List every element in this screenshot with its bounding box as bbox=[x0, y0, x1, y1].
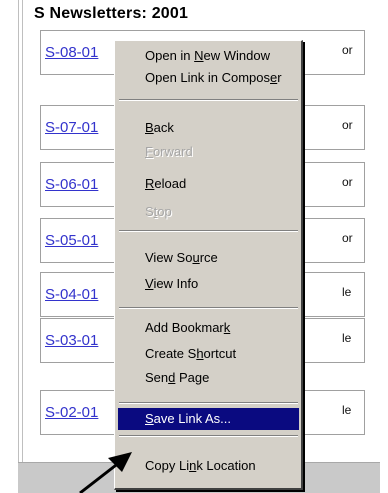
browser-page: S Newsletters: 2001 S-08-01 or S-07-01 o… bbox=[0, 0, 388, 493]
arrow-pointer-icon bbox=[79, 452, 132, 493]
